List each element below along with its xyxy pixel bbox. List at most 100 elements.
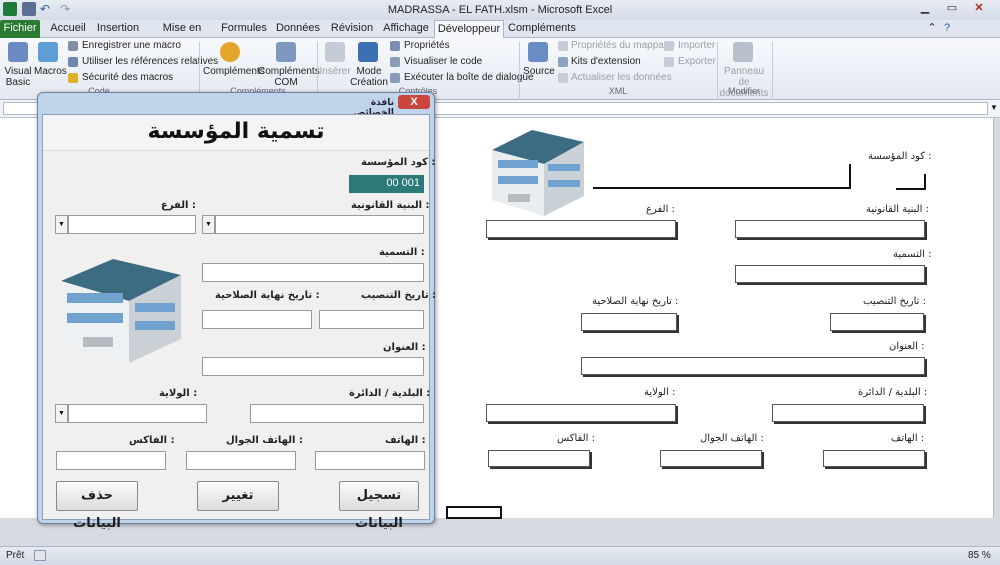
ribbon-minimize-icon[interactable]: ⌃	[925, 20, 939, 38]
run-dialog-button[interactable]: Exécuter la boîte de dialogue	[404, 72, 534, 83]
code-value-field[interactable]: 00 001	[349, 175, 424, 193]
wilaya-select[interactable]	[68, 404, 207, 423]
source-button[interactable]: Source	[522, 66, 556, 77]
ribbon: Visual Basic Macros Enregistrer une macr…	[0, 38, 1000, 100]
run-dialog-icon	[390, 73, 400, 83]
maximize-icon[interactable]: ▭	[944, 1, 960, 15]
tab-insert[interactable]: Insertion	[94, 20, 142, 38]
name-input[interactable]	[202, 263, 424, 282]
visual-basic-button[interactable]: Visual Basic	[2, 66, 34, 88]
fax-input[interactable]	[56, 451, 166, 470]
warning-icon	[68, 73, 78, 83]
save-button[interactable]: تسجيل البيانات	[339, 481, 419, 531]
macros-button[interactable]: Macros	[34, 66, 67, 77]
properties-button[interactable]: Propriétés	[404, 40, 450, 51]
map-properties-button[interactable]: Propriétés du mappage	[571, 40, 675, 51]
insert-control-button[interactable]: Insérer	[318, 66, 352, 77]
legal-structure-label: البنية القانونية :	[351, 200, 430, 211]
install-date-input[interactable]	[319, 310, 424, 329]
record-macro-button[interactable]: Enregistrer une macro	[82, 40, 181, 51]
sheet-municipality-cell[interactable]	[772, 404, 924, 422]
sheet-wilaya-cell[interactable]	[486, 404, 676, 422]
minimize-icon[interactable]: ▁	[917, 1, 933, 15]
refresh-data-icon	[558, 73, 568, 83]
wilaya-dropdown-arrow-icon[interactable]: ▼	[55, 404, 68, 423]
view-code-button[interactable]: Visualiser le code	[404, 56, 482, 67]
selected-cell[interactable]	[446, 506, 502, 519]
source-icon	[528, 42, 548, 62]
tab-file[interactable]: Fichier	[0, 20, 40, 38]
macro-security-button[interactable]: Sécurité des macros	[82, 72, 173, 83]
close-icon[interactable]: ✕	[971, 1, 987, 15]
tab-view[interactable]: Affichage	[382, 20, 430, 38]
modify-button[interactable]: تغيير	[197, 481, 279, 511]
tab-addins[interactable]: Compléments	[508, 20, 576, 38]
sheet-name-cell[interactable]	[735, 265, 925, 283]
tab-page-layout[interactable]: Mise en page	[150, 20, 214, 51]
expand-formula-icon[interactable]: ▼	[990, 103, 998, 112]
legal-structure-dropdown-arrow-icon[interactable]: ▼	[202, 215, 215, 234]
sheet-fax-label: الفاكس :	[557, 433, 596, 444]
group-modify-label: Modifier	[727, 86, 760, 96]
window-title: MADRASSA - EL FATH.xlsm - Microsoft Exce…	[387, 4, 613, 16]
sheet-address-cell[interactable]	[581, 357, 925, 375]
sheet-expiry-date-cell[interactable]	[581, 313, 677, 331]
com-addins-icon	[276, 42, 296, 62]
sheet-phone-cell[interactable]	[823, 450, 925, 467]
map-properties-icon	[558, 41, 568, 51]
sheet-mobile-label: الهاتف الجوال :	[700, 433, 764, 444]
sheet-fax-cell[interactable]	[488, 450, 590, 467]
building-image	[492, 130, 584, 216]
document-panel-icon	[733, 42, 753, 62]
tab-data[interactable]: Données	[275, 20, 321, 38]
visual-basic-icon	[8, 42, 28, 62]
design-mode-button[interactable]: Mode Création	[350, 66, 388, 88]
tab-review[interactable]: Révision	[328, 20, 376, 38]
address-label: العنوان :	[383, 342, 426, 353]
tab-developer[interactable]: Développeur	[434, 20, 504, 39]
dialog-close-button[interactable]: X	[398, 95, 430, 109]
expansion-packs-button[interactable]: Kits d'extension	[571, 56, 641, 67]
address-input[interactable]	[202, 357, 424, 376]
design-mode-icon	[358, 42, 378, 62]
sheet-code-label: كود المؤسسة :	[868, 151, 932, 162]
mobile-input[interactable]	[186, 451, 296, 470]
sheet-branch-label: الفرع :	[646, 204, 675, 215]
branch-dropdown-arrow-icon[interactable]: ▼	[55, 215, 68, 234]
phone-label: الهاتف :	[385, 435, 426, 446]
sheet-install-date-cell[interactable]	[830, 313, 924, 331]
sheet-municipality-label: البلدية / الدائرة :	[858, 387, 928, 398]
relative-refs-button[interactable]: Utiliser les références relatives	[82, 56, 218, 67]
refresh-data-button[interactable]: Actualiser les données	[571, 72, 672, 83]
divider	[772, 42, 773, 98]
phone-input[interactable]	[315, 451, 425, 470]
sheet-code-cell[interactable]	[896, 174, 926, 190]
status-bar: Prêt 85 %	[0, 546, 1000, 565]
expansion-packs-icon	[558, 57, 568, 67]
sheet-legal-cell[interactable]	[735, 220, 925, 238]
sheet-branch-cell[interactable]	[486, 220, 676, 238]
insert-control-icon	[325, 42, 345, 62]
delete-button[interactable]: حذف البيانات	[56, 481, 138, 531]
sheet-wilaya-label: الولاية :	[644, 387, 676, 398]
legal-structure-select[interactable]	[215, 215, 424, 234]
tab-home[interactable]: Accueil	[44, 20, 92, 38]
properties-icon	[390, 41, 400, 51]
dialog-caption-bar[interactable]: نافذة الخصائص X	[38, 93, 434, 118]
tab-formulas[interactable]: Formules	[220, 20, 268, 38]
help-icon[interactable]: ?	[940, 20, 954, 38]
title-bar: ↶ ↷ MADRASSA - EL FATH.xlsm - Microsoft …	[0, 0, 1000, 20]
macro-record-icon[interactable]	[34, 550, 46, 561]
branch-select[interactable]	[68, 215, 196, 234]
expiry-date-input[interactable]	[202, 310, 312, 329]
export-button[interactable]: Exporter	[678, 56, 716, 67]
municipality-label: البلدية / الدائرة :	[349, 388, 431, 399]
import-button[interactable]: Importer	[678, 40, 715, 51]
addins-button[interactable]: Compléments	[203, 66, 265, 77]
municipality-input[interactable]	[250, 404, 424, 423]
group-xml-label: XML	[608, 86, 628, 96]
com-addins-button[interactable]: Compléments COM	[258, 66, 320, 88]
zoom-level[interactable]: 85 %	[968, 550, 991, 561]
sheet-mobile-cell[interactable]	[660, 450, 762, 467]
sheet-address-label: العنوان :	[889, 341, 925, 352]
